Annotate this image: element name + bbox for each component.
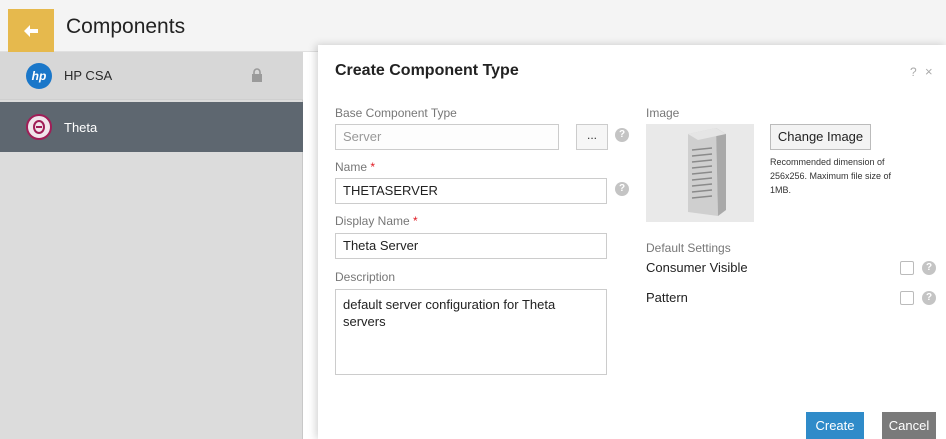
description-label: Description (335, 270, 396, 284)
create-button[interactable]: Create (806, 412, 864, 439)
sidebar: hp HP CSA Theta (0, 52, 303, 439)
description-field[interactable]: default server configuration for Theta s… (335, 289, 607, 375)
cancel-button[interactable]: Cancel (882, 412, 936, 439)
sidebar-item-hp-csa[interactable]: hp HP CSA (0, 52, 303, 100)
help-icon[interactable]: ? (910, 65, 917, 79)
base-component-type-label: Base Component Type (335, 106, 457, 120)
display-name-field[interactable]: Theta Server (335, 233, 607, 259)
server-icon (688, 128, 726, 216)
page-title: Components (66, 15, 186, 38)
consumer-visible-label: Consumer Visible (646, 260, 748, 275)
display-name-label: Display Name * (335, 214, 418, 228)
hp-logo-icon: hp (26, 62, 52, 89)
sidebar-item-label: Theta (64, 119, 98, 135)
help-icon[interactable]: ? (922, 291, 936, 305)
help-icon[interactable]: ? (615, 128, 629, 142)
image-size-note: Recommended dimension of 256x256. Maximu… (770, 157, 892, 195)
base-component-type-field[interactable]: Server (335, 124, 559, 150)
image-label: Image (646, 106, 680, 120)
dialog-title: Create Component Type (335, 62, 519, 79)
sidebar-item-label: HP CSA (64, 68, 113, 83)
arrow-left-icon (24, 24, 38, 37)
create-component-type-dialog: Create Component Type ? × Base Component… (318, 45, 946, 439)
back-button[interactable] (8, 9, 54, 52)
name-label: Name * (335, 160, 376, 174)
browse-button[interactable]: ... (576, 124, 608, 150)
consumer-visible-checkbox[interactable] (900, 261, 914, 275)
help-icon[interactable]: ? (615, 182, 629, 196)
name-field[interactable]: THETASERVER (335, 178, 607, 204)
default-settings-label: Default Settings (646, 241, 731, 255)
sidebar-item-theta[interactable]: Theta (0, 102, 303, 152)
pattern-checkbox[interactable] (900, 291, 914, 305)
theta-logo-icon (26, 114, 52, 140)
component-image (646, 124, 754, 222)
close-icon[interactable]: × (925, 64, 933, 79)
lock-icon (252, 68, 262, 82)
pattern-label: Pattern (646, 290, 688, 305)
change-image-button[interactable]: Change Image (770, 124, 871, 150)
help-icon[interactable]: ? (922, 261, 936, 275)
